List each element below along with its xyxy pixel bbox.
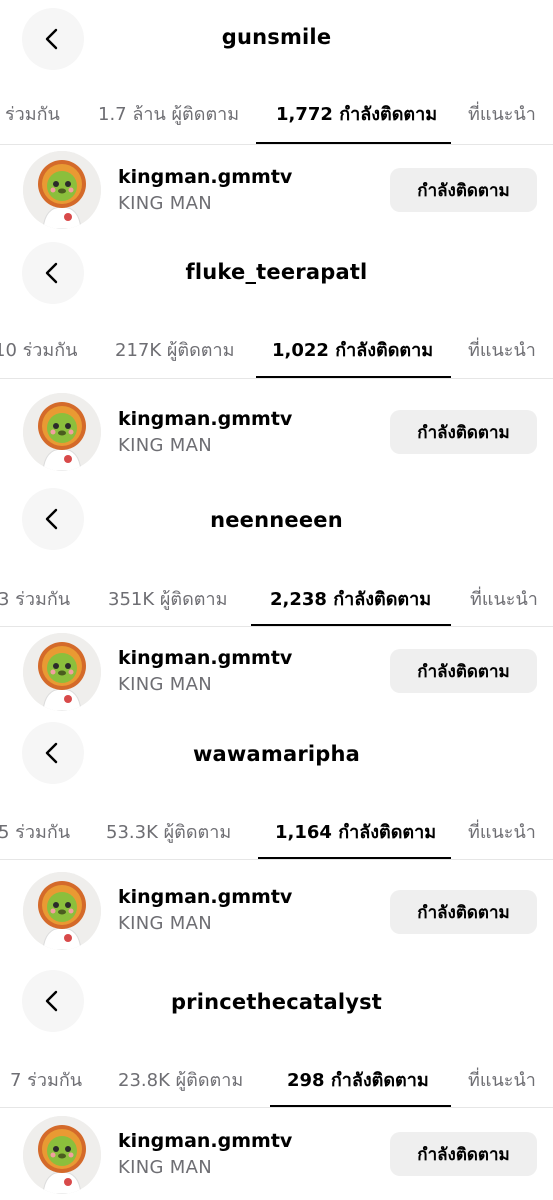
row-username[interactable]: kingman.gmmtv [118,886,292,908]
following-button[interactable]: กำลังติดตาม [390,649,537,693]
tab-suggested[interactable]: ที่แนะนำ [468,816,536,846]
tab-divider [0,1107,553,1108]
tab-mutual[interactable]: 10 ร่วมกัน [0,334,77,364]
tab-followers[interactable]: 351K ผู้ติดตาม [108,583,227,613]
avatar[interactable] [23,872,101,950]
lion-avatar-icon [23,151,101,229]
tab-following[interactable]: 1,772 กำลังติดตาม [276,98,437,128]
tab-suggested[interactable]: ที่แนะนำ [468,98,536,128]
following-button[interactable]: กำลังติดตาม [390,890,537,934]
following-button[interactable]: กำลังติดตาม [390,168,537,212]
tab-divider [0,144,553,145]
tab-divider [0,859,553,860]
tab-divider [0,626,553,627]
tab-mutual[interactable]: 3 ร่วมกัน [0,583,70,613]
tab-suggested[interactable]: ที่แนะนำ [468,334,536,364]
lion-avatar-icon [23,393,101,471]
row-fullname: KING MAN [118,913,212,934]
tab-followers[interactable]: 53.3K ผู้ติดตาม [106,816,231,846]
tab-followers[interactable]: 217K ผู้ติดตาม [115,334,234,364]
tab-following[interactable]: 1,022 กำลังติดตาม [272,334,433,364]
profile-panel-neenneeen: neenneeen 3 ร่วมกัน 351K ผู้ติดตาม 2,238… [0,484,553,720]
row-username[interactable]: kingman.gmmtv [118,1130,292,1152]
lion-avatar-icon [23,633,101,711]
profile-username-title: fluke_teerapatl [185,260,368,284]
row-fullname: KING MAN [118,674,212,695]
profile-panel-fluke: fluke_teerapatl 10 ร่วมกัน 217K ผู้ติดตา… [0,236,553,484]
tab-divider [0,378,553,379]
profile-username-title: neenneeen [210,508,343,532]
profile-username-title: princethecatalyst [170,990,383,1014]
row-username[interactable]: kingman.gmmtv [118,647,292,669]
avatar[interactable] [23,633,101,711]
avatar[interactable] [23,1116,101,1194]
tab-mutual[interactable]: 5 ร่วมกัน [0,816,70,846]
tab-mutual[interactable]: 7 ร่วมกัน [10,1064,82,1094]
following-button[interactable]: กำลังติดตาม [390,1132,537,1176]
tab-suggested[interactable]: ที่แนะนำ [470,583,538,613]
tab-following[interactable]: 1,164 กำลังติดตาม [275,816,436,846]
profile-panel-gunsmile: gunsmile ร่วมกัน 1.7 ล้าน ผู้ติดตาม 1,77… [0,0,553,240]
profile-panel-princethecatalyst: princethecatalyst 7 ร่วมกัน 23.8K ผู้ติด… [0,964,553,1200]
lion-avatar-icon [23,1116,101,1194]
row-username[interactable]: kingman.gmmtv [118,166,292,188]
tab-suggested[interactable]: ที่แนะนำ [468,1064,536,1094]
avatar[interactable] [23,393,101,471]
profile-panel-wawamaripha: wawamaripha 5 ร่วมกัน 53.3K ผู้ติดตาม 1,… [0,720,553,964]
tab-followers[interactable]: 23.8K ผู้ติดตาม [118,1064,243,1094]
row-fullname: KING MAN [118,1157,212,1178]
row-fullname: KING MAN [118,435,212,456]
tab-following[interactable]: 2,238 กำลังติดตาม [270,583,431,613]
row-username[interactable]: kingman.gmmtv [118,408,292,430]
tab-followers[interactable]: 1.7 ล้าน ผู้ติดตาม [98,98,239,128]
profile-username-title: gunsmile [221,25,332,49]
lion-avatar-icon [23,872,101,950]
profile-username-title: wawamaripha [192,742,361,766]
tab-mutual[interactable]: ร่วมกัน [5,98,60,128]
row-fullname: KING MAN [118,193,212,214]
avatar[interactable] [23,151,101,229]
tab-following[interactable]: 298 กำลังติดตาม [287,1064,429,1094]
following-button[interactable]: กำลังติดตาม [390,410,537,454]
